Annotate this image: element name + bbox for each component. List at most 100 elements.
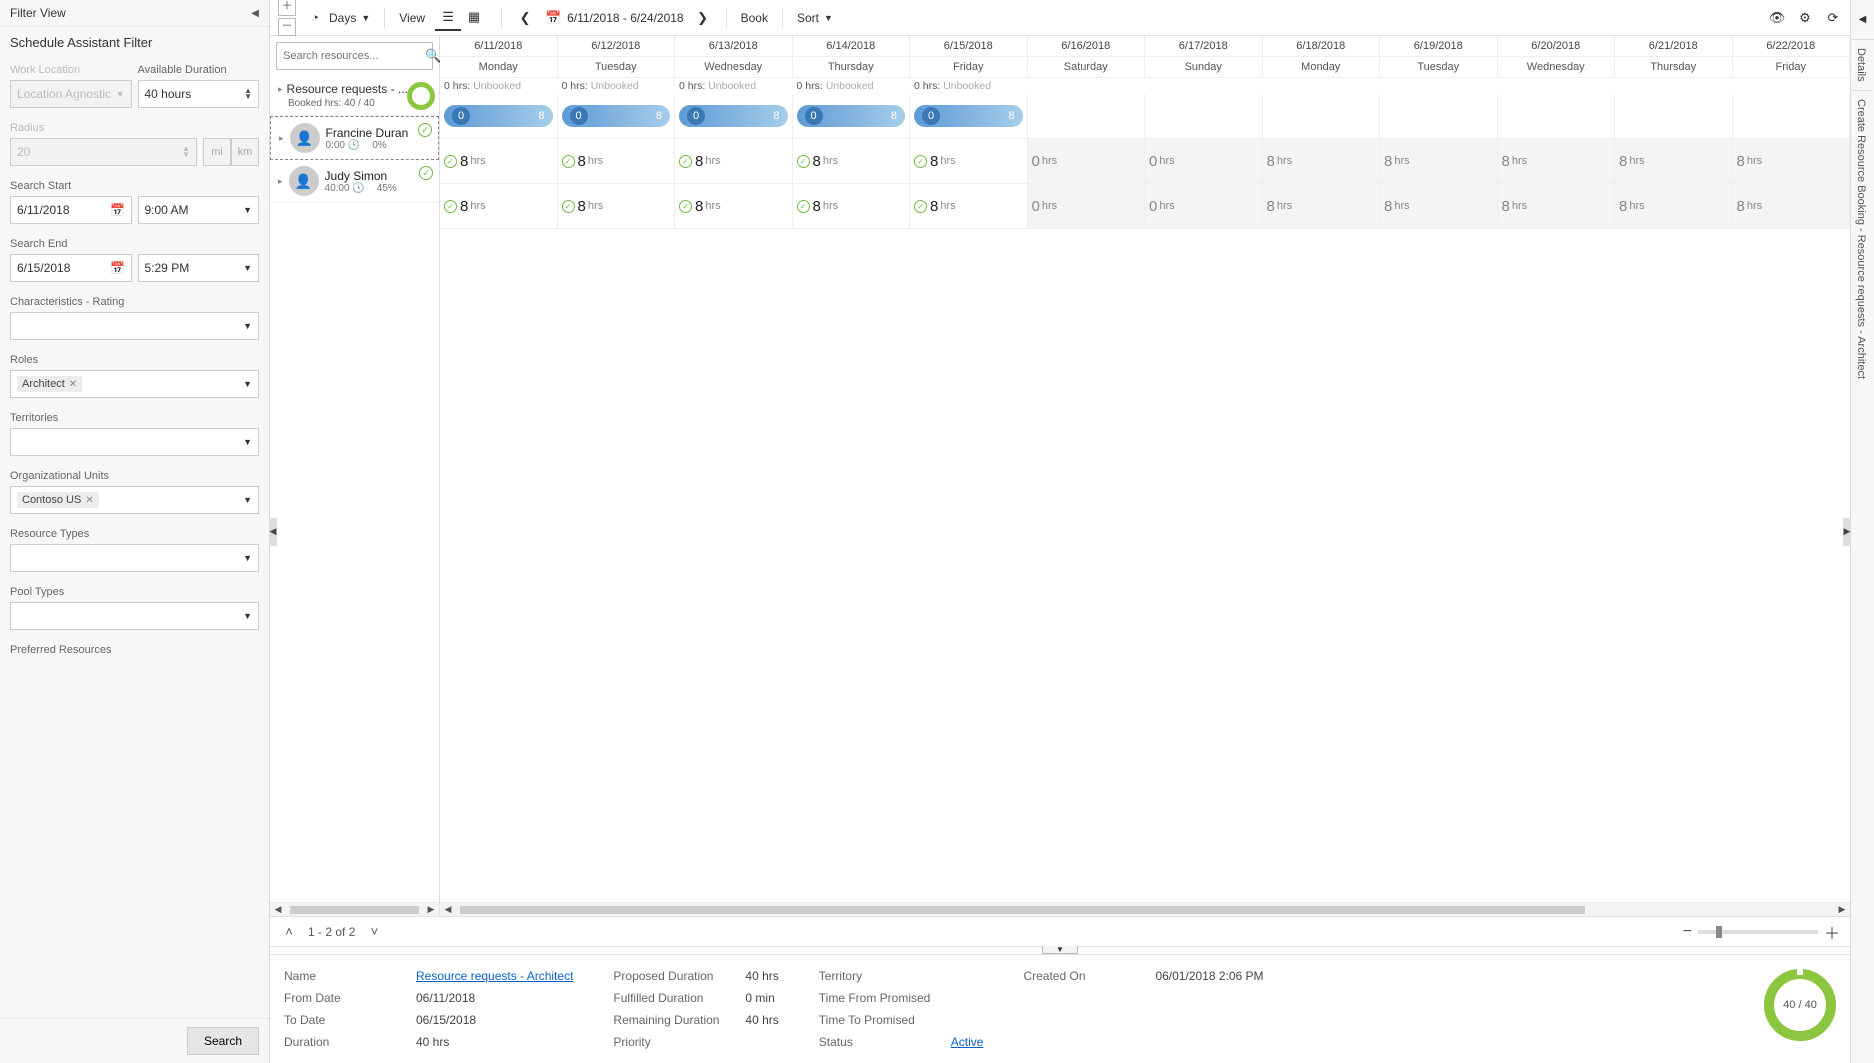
collapse-left-icon[interactable]: ◀ <box>251 8 259 19</box>
expand-icon[interactable]: ▸ <box>279 133 284 144</box>
availability-cell[interactable]: ✓8hrs <box>675 184 793 228</box>
request-cell[interactable] <box>1263 94 1381 138</box>
zoom-slider[interactable] <box>1698 930 1818 934</box>
booking-pill[interactable]: 08 <box>444 105 553 127</box>
request-cell[interactable] <box>1733 94 1851 138</box>
settings-button[interactable]: ⚙ <box>1796 9 1814 27</box>
details-drawer-handle[interactable]: ▼ <box>1042 946 1078 954</box>
detail-status-link[interactable]: Active <box>951 1035 984 1049</box>
search-button[interactable]: Search <box>187 1027 259 1055</box>
booking-rail-label[interactable]: Create Resource Booking - Resource reque… <box>1851 90 1871 387</box>
radius-km-button[interactable]: km <box>231 138 259 166</box>
next-range-button[interactable]: ❯ <box>694 9 712 27</box>
detail-name-link[interactable]: Resource requests - Architect <box>416 969 573 983</box>
request-cell[interactable]: 08 <box>440 94 558 138</box>
prev-range-button[interactable]: ❮ <box>516 9 534 27</box>
search-end-date-input[interactable]: 6/15/2018 📅 <box>10 254 132 282</box>
scroll-left-button[interactable]: ◀ <box>442 904 454 916</box>
collapse-all-button[interactable]: － <box>278 18 296 36</box>
availability-cell[interactable]: 8hrs <box>1263 184 1381 228</box>
availability-cell[interactable]: 8hrs <box>1498 139 1616 183</box>
booking-pill[interactable]: 08 <box>914 105 1023 127</box>
request-cell[interactable]: 08 <box>558 94 676 138</box>
search-start-date-input[interactable]: 6/11/2018 📅 <box>10 196 132 224</box>
availability-cell[interactable]: ✓8hrs <box>793 139 911 183</box>
search-icon[interactable]: 🔍 <box>425 47 441 65</box>
availability-cell[interactable]: ✓8hrs <box>558 139 676 183</box>
page-down-button[interactable]: ˅ <box>365 923 383 941</box>
expand-icon[interactable]: ▸ <box>278 176 283 187</box>
request-header-row[interactable]: ▸Resource requests - ... Booked hrs: 40 … <box>270 76 439 116</box>
scrollbar-thumb[interactable] <box>460 906 1585 914</box>
radius-mi-button[interactable]: mi <box>203 138 231 166</box>
availability-cell[interactable]: 0hrs <box>1145 139 1263 183</box>
zoom-out-button[interactable]: − <box>1683 923 1692 941</box>
scroll-left-button[interactable]: ◀ <box>272 904 284 916</box>
sidebar-collapse-handle[interactable]: ◀ <box>269 518 277 546</box>
availability-cell[interactable]: 0hrs <box>1028 184 1146 228</box>
calendar-icon[interactable]: 📅 <box>111 261 125 275</box>
expand-all-button[interactable]: ＋ <box>278 0 296 16</box>
search-resources-field[interactable]: 🔍 <box>276 42 433 70</box>
zoom-in-button[interactable]: ＋ <box>1824 920 1840 944</box>
radius-input[interactable]: 20 ▲▼ <box>10 138 197 166</box>
book-button[interactable]: Book <box>741 11 768 25</box>
availability-cell[interactable]: ✓8hrs <box>675 139 793 183</box>
sort-button[interactable]: Sort▼ <box>797 11 833 25</box>
availability-cell[interactable]: 0hrs <box>1028 139 1146 183</box>
availability-cell[interactable]: 8hrs <box>1498 184 1616 228</box>
availability-cell[interactable]: 8hrs <box>1263 139 1381 183</box>
search-resources-input[interactable] <box>283 50 425 62</box>
request-cell[interactable]: 08 <box>675 94 793 138</box>
booking-pill[interactable]: 08 <box>679 105 788 127</box>
request-cell[interactable] <box>1498 94 1616 138</box>
resource-row[interactable]: ▸ 👤 Francine Duran 0:00 🕓0% ✓ <box>270 116 439 160</box>
booking-pill[interactable]: 08 <box>797 105 906 127</box>
availability-cell[interactable]: 8hrs <box>1380 139 1498 183</box>
characteristics-select[interactable]: ▼ <box>10 312 259 340</box>
availability-cell[interactable]: ✓8hrs <box>793 184 911 228</box>
availability-cell[interactable]: 8hrs <box>1615 184 1733 228</box>
work-location-select[interactable]: Location Agnostic ▼ <box>10 80 132 108</box>
pool-types-select[interactable]: ▼ <box>10 602 259 630</box>
grid-view-toggle[interactable]: ▦ <box>461 5 487 31</box>
scrollbar-thumb[interactable] <box>290 906 419 914</box>
scroll-right-button[interactable]: ▶ <box>425 904 437 916</box>
remove-chip-icon[interactable]: ✕ <box>85 495 93 506</box>
request-cell[interactable]: 08 <box>910 94 1028 138</box>
availability-cell[interactable]: ✓8hrs <box>440 139 558 183</box>
availability-cell[interactable]: 8hrs <box>1733 184 1851 228</box>
search-start-time-select[interactable]: 9:00 AM ▼ <box>138 196 260 224</box>
refresh-button[interactable]: ⟳ <box>1824 9 1842 27</box>
request-cell[interactable] <box>1615 94 1733 138</box>
org-units-select[interactable]: Contoso US✕ ▼ <box>10 486 259 514</box>
page-up-button[interactable]: ˄ <box>280 923 298 941</box>
list-view-toggle[interactable]: ☰ <box>435 5 461 31</box>
details-rail-toggle[interactable]: ◀ <box>1851 0 1874 40</box>
availability-cell[interactable]: 0hrs <box>1145 184 1263 228</box>
request-cell[interactable] <box>1145 94 1263 138</box>
availability-cell[interactable]: 8hrs <box>1733 139 1851 183</box>
availability-cell[interactable]: ✓8hrs <box>558 184 676 228</box>
search-end-time-select[interactable]: 5:29 PM ▼ <box>138 254 260 282</box>
request-cell[interactable]: 08 <box>793 94 911 138</box>
availability-cell[interactable]: 8hrs <box>1615 139 1733 183</box>
resource-types-select[interactable]: ▼ <box>10 544 259 572</box>
calendar-icon[interactable]: 📅 <box>111 203 125 217</box>
remove-chip-icon[interactable]: ✕ <box>69 379 77 390</box>
availability-cell[interactable]: ✓8hrs <box>910 184 1028 228</box>
available-duration-select[interactable]: 40 hours ▲▼ <box>138 80 260 108</box>
availability-cell[interactable]: ✓8hrs <box>910 139 1028 183</box>
time-unit-select[interactable]: ◔ Days ▼ <box>306 9 370 27</box>
date-range-button[interactable]: 📅 6/11/2018 - 6/24/2018 <box>544 9 684 27</box>
availability-cell[interactable]: 8hrs <box>1380 184 1498 228</box>
scroll-right-button[interactable]: ▶ <box>1836 904 1848 916</box>
booking-pill[interactable]: 08 <box>562 105 671 127</box>
resource-row[interactable]: ▸ 👤 Judy Simon 40:00 🕓45% ✓ <box>270 160 439 203</box>
request-cell[interactable] <box>1028 94 1146 138</box>
availability-cell[interactable]: ✓8hrs <box>440 184 558 228</box>
visibility-button[interactable]: 👁 <box>1768 9 1786 27</box>
right-collapse-handle[interactable]: ▶ <box>1843 518 1851 546</box>
request-cell[interactable] <box>1380 94 1498 138</box>
roles-select[interactable]: Architect✕ ▼ <box>10 370 259 398</box>
